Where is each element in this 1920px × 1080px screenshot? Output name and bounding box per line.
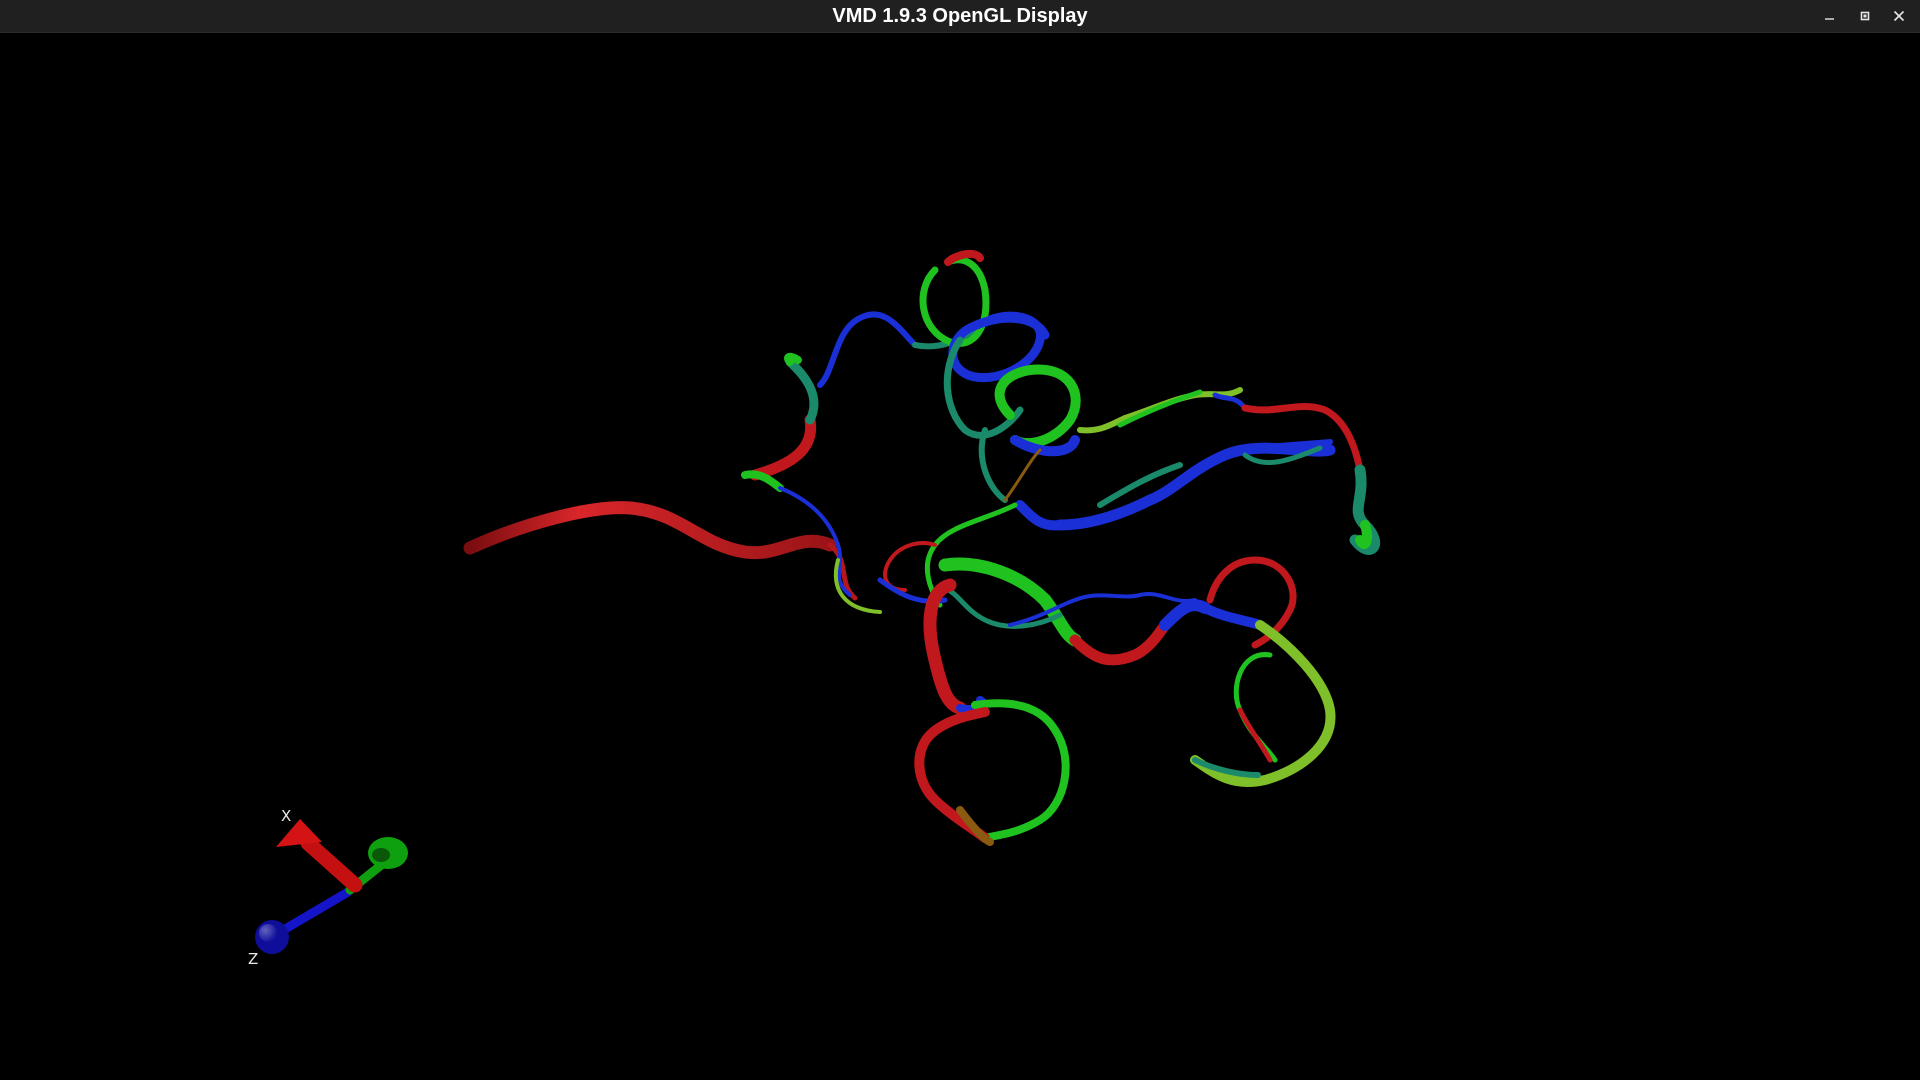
protein-ribbon[interactable] [463, 249, 1381, 846]
window-title: VMD 1.9.3 OpenGL Display [832, 5, 1088, 27]
ribbon-segment [1200, 603, 1265, 630]
ribbon-segment [1015, 500, 1065, 531]
ribbon-segment [741, 470, 784, 492]
maximize-button[interactable] [1848, 0, 1882, 32]
ribbon-segment [463, 501, 837, 560]
ribbon-segment [1117, 389, 1203, 428]
ribbon-segment [1190, 620, 1336, 787]
ribbon-segment [978, 427, 1008, 503]
ribbon-segment [914, 707, 990, 843]
opengl-viewport[interactable]: X Z [0, 33, 1920, 1080]
vmd-display-window: VMD 1.9.3 OpenGL Display X Z [0, 0, 1920, 1080]
ribbon-segment [1206, 556, 1297, 649]
axes-indicator: X Z [248, 807, 408, 968]
ribbon-segment [919, 256, 990, 347]
ribbon-segment [785, 357, 819, 425]
ribbon-segment [1069, 619, 1171, 666]
ribbon-segment [971, 699, 1070, 842]
close-button[interactable] [1882, 0, 1916, 32]
minimize-button[interactable] [1813, 0, 1847, 32]
ribbon-segment [817, 311, 918, 388]
minimize-icon [1825, 18, 1834, 20]
ribbon-segment [1003, 448, 1042, 502]
axis-label-z: Z [248, 950, 258, 968]
ribbon-segment [749, 414, 817, 481]
ribbon-segment [1212, 392, 1248, 411]
ribbon-segment [1159, 599, 1211, 631]
close-icon [1893, 10, 1905, 22]
ribbon-segment [1355, 520, 1373, 549]
ribbon-segment [923, 578, 967, 715]
ribbon-segment [943, 336, 1024, 439]
molecule-render[interactable]: X Z [0, 33, 1920, 1080]
ribbon-segment [1237, 707, 1273, 763]
ribbon-segment [1233, 652, 1278, 763]
maximize-icon [1860, 11, 1870, 21]
ribbon-segment [994, 364, 1081, 449]
ribbon-segment [784, 352, 802, 366]
axis-label-x: X [281, 807, 291, 825]
title-bar[interactable]: VMD 1.9.3 OpenGL Display [0, 0, 1920, 33]
